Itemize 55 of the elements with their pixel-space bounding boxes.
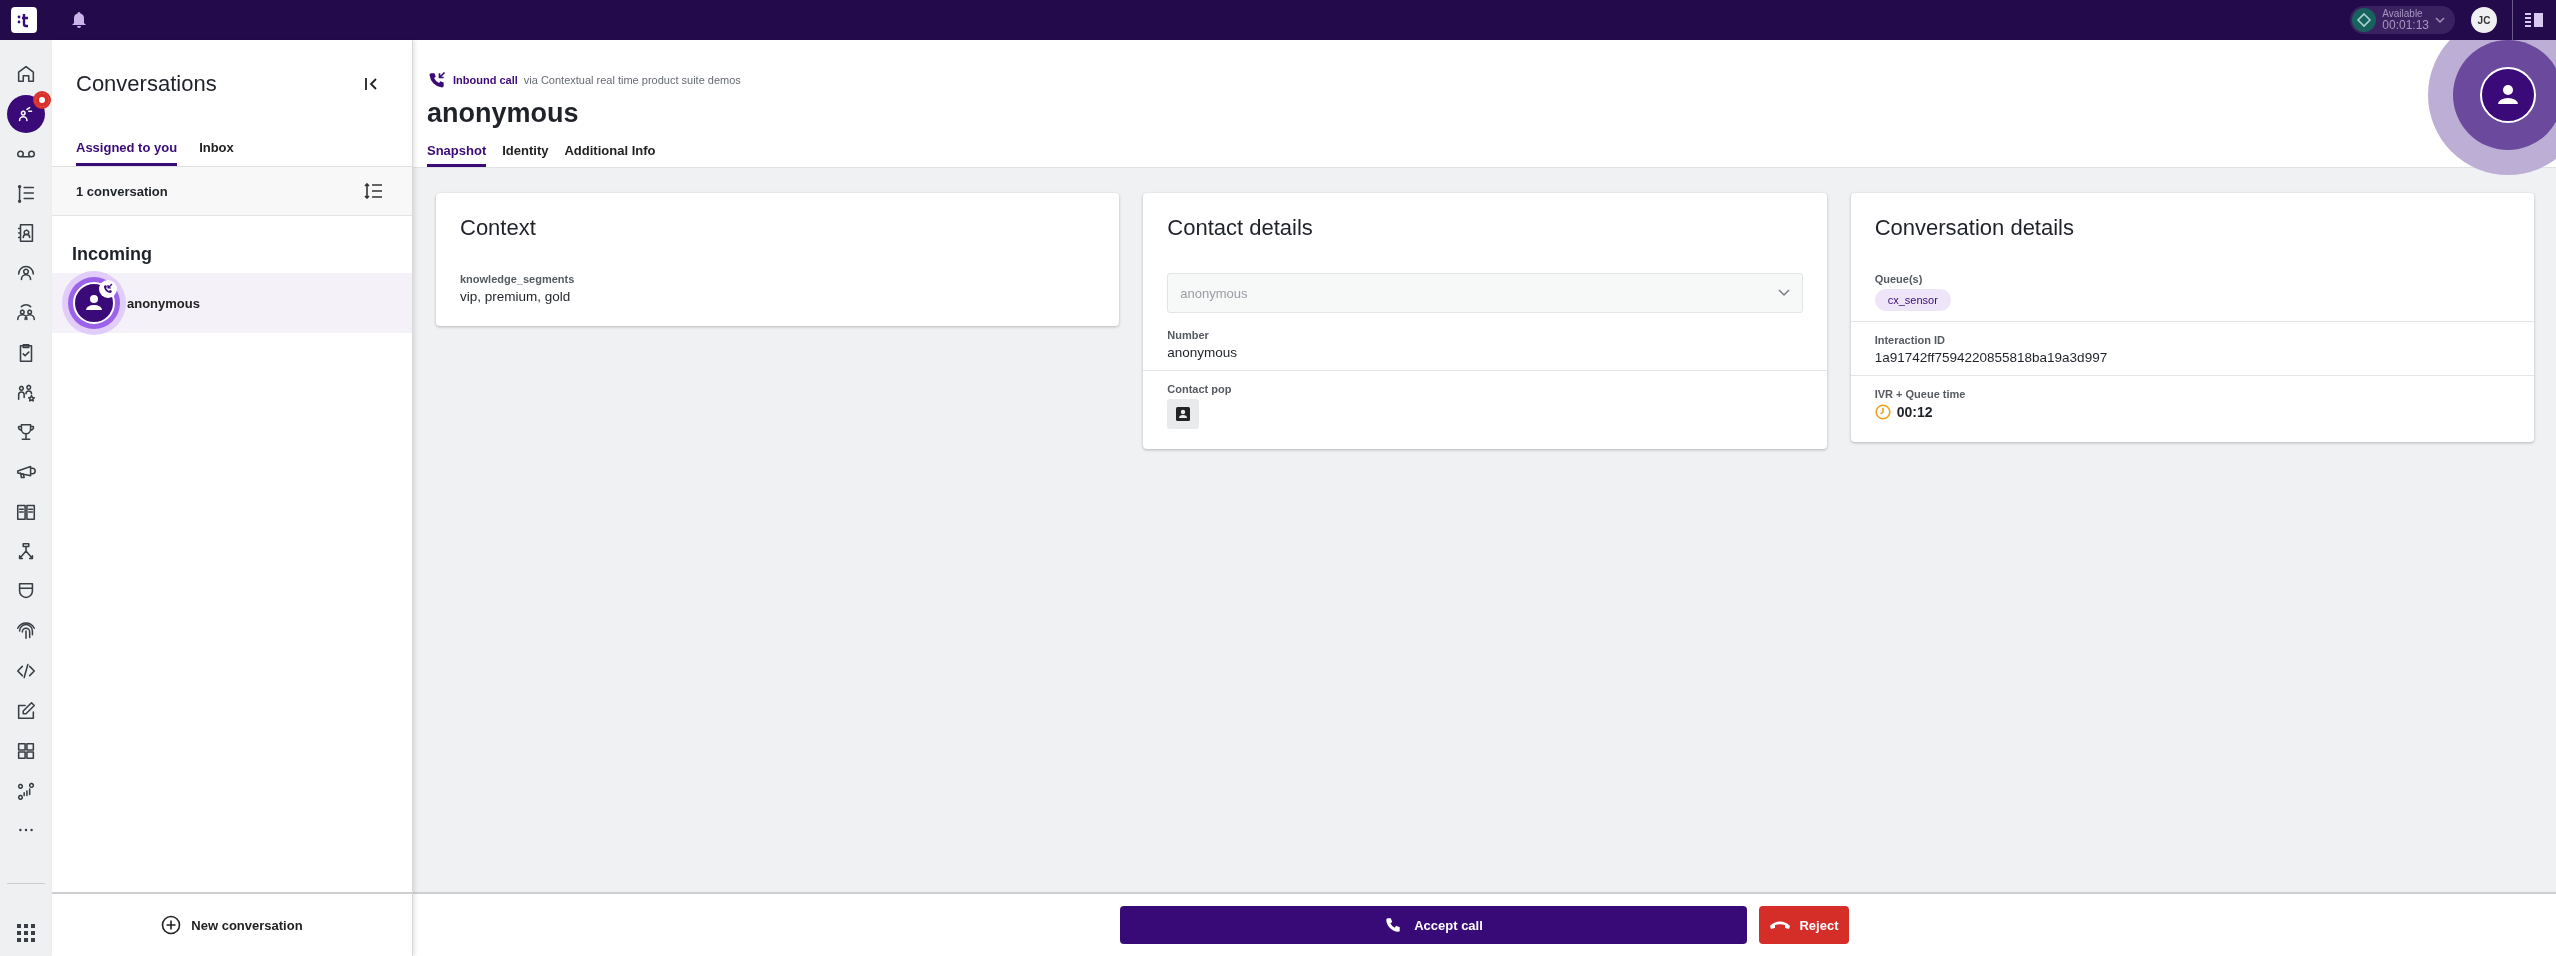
- tab[interactable]: Additional Info: [564, 143, 656, 167]
- caller-name: anonymous: [427, 98, 580, 129]
- chevron-down-icon: [1777, 289, 1790, 297]
- apps-grid-icon[interactable]: [17, 924, 35, 942]
- contact-card-icon: [1176, 407, 1191, 421]
- hang-up-icon: [1769, 920, 1792, 930]
- card-title: Contact details: [1166, 214, 1314, 242]
- group-title: Incoming: [71, 243, 153, 266]
- collapse-icon[interactable]: [364, 77, 378, 91]
- nav-button[interactable]: [7, 94, 45, 133]
- sort-icon[interactable]: [364, 183, 382, 199]
- timer-value: 00:12: [1896, 404, 1933, 420]
- source-label: via Contextual real time product suite demos: [523, 74, 741, 86]
- bell-icon[interactable]: [71, 11, 87, 29]
- tab[interactable]: Inbox: [199, 140, 234, 166]
- side-panel-icon[interactable]: [2525, 13, 2543, 27]
- field-value: vip, premium, gold: [460, 289, 572, 306]
- field-label: IVR + Queue time: [1874, 388, 1967, 400]
- reject-button[interactable]: Reject: [1759, 906, 1849, 944]
- home-icon: [15, 63, 37, 85]
- queue-tag: cx_sensor: [1874, 289, 1951, 311]
- field-label: Interaction ID: [1874, 334, 1946, 346]
- avatar-icon: [61, 270, 127, 336]
- chevron-down-icon: [2435, 17, 2445, 23]
- field-value: anonymous: [1167, 345, 1239, 362]
- contact-pop-button[interactable]: [1167, 399, 1200, 429]
- status-dropdown[interactable]: Available 00:01:13: [2350, 6, 2455, 34]
- field-label: Queue(s): [1874, 273, 1924, 285]
- tab[interactable]: Identity: [502, 143, 549, 167]
- status-timer: 00:01:13: [2382, 19, 2429, 31]
- card-title: Context: [459, 214, 537, 242]
- card-title: Conversation details: [1873, 214, 2075, 242]
- phone-icon: [1384, 916, 1403, 934]
- user-avatar[interactable]: JC: [2471, 7, 2497, 33]
- contact-name: anonymous: [127, 295, 200, 311]
- conversation-item[interactable]: anonymous: [52, 273, 412, 333]
- channel-label: Inbound call: [453, 74, 518, 86]
- field-label: Number: [1167, 329, 1210, 341]
- new-conversation-button[interactable]: New conversation: [153, 911, 311, 939]
- field-label: Contact pop: [1167, 383, 1233, 395]
- logo-icon[interactable]: [11, 7, 37, 33]
- accept-call-button[interactable]: Accept call: [1120, 906, 1747, 944]
- diamond-status-icon: [2352, 8, 2377, 32]
- field-value: 1a91742ff7594220855818ba19a3d997: [1874, 350, 2109, 367]
- conversation-count: 1 conversation: [76, 183, 168, 199]
- edit-icon: [15, 699, 37, 722]
- clock-icon: [1874, 404, 1891, 420]
- incoming-call-icon: [427, 70, 447, 90]
- plus-circle-icon: [161, 915, 182, 935]
- panel-title: Conversations: [76, 71, 217, 97]
- steps-list-icon: [15, 182, 37, 205]
- status-label: Available: [2382, 9, 2423, 19]
- field-label: knowledge_segments: [460, 273, 576, 285]
- tab[interactable]: Snapshot: [427, 143, 487, 167]
- more-icon: [19, 828, 33, 833]
